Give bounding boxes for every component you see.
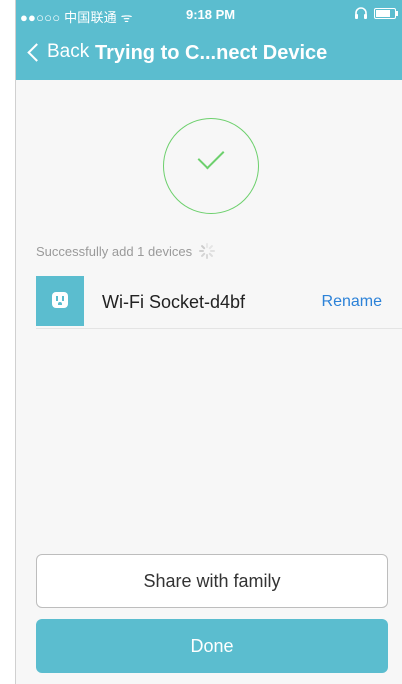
success-indicator (163, 118, 259, 214)
share-with-family-button[interactable]: Share with family (36, 554, 388, 608)
status-time: 9:18 PM (186, 7, 236, 22)
socket-icon (36, 276, 84, 326)
status-message: Successfully add 1 devices (36, 243, 193, 259)
spinner-tick (200, 252, 206, 258)
spinner-tick (200, 244, 206, 250)
phone-screen: ●●○○○ 中国联通 ᯤ 9:18 PM Back Trying to C...… (16, 0, 402, 684)
navigation-bar: Back Trying to C...nect Device (16, 28, 402, 80)
page-title: Trying to C...nect Device (95, 42, 328, 64)
connection-status: Successfully add 1 devices (36, 242, 216, 260)
device-row: Wi-Fi Socket-d4bf Rename (36, 276, 402, 329)
status-right (354, 7, 398, 19)
status-bar: ●●○○○ 中国联通 ᯤ 9:18 PM (16, 0, 402, 28)
spinner-tick (208, 244, 214, 250)
back-button[interactable]: Back (26, 41, 89, 63)
spinner-tick (210, 250, 216, 252)
headphones-icon (355, 7, 367, 19)
socket-face (52, 292, 68, 308)
rename-button[interactable]: Rename (322, 293, 382, 311)
spinner-tick (199, 250, 205, 252)
spinner-tick (208, 252, 214, 258)
battery-icon (374, 7, 398, 19)
chevron-left-icon (27, 42, 46, 62)
spinner-tick (206, 254, 209, 259)
back-label: Back (47, 41, 90, 62)
carrier-label: ●●○○○ 中国联通 ᯤ (20, 10, 133, 25)
device-name: Wi-Fi Socket-d4bf (102, 292, 246, 312)
check-icon (197, 142, 225, 170)
loading-spinner-icon (198, 242, 216, 260)
done-button[interactable]: Done (36, 619, 388, 673)
